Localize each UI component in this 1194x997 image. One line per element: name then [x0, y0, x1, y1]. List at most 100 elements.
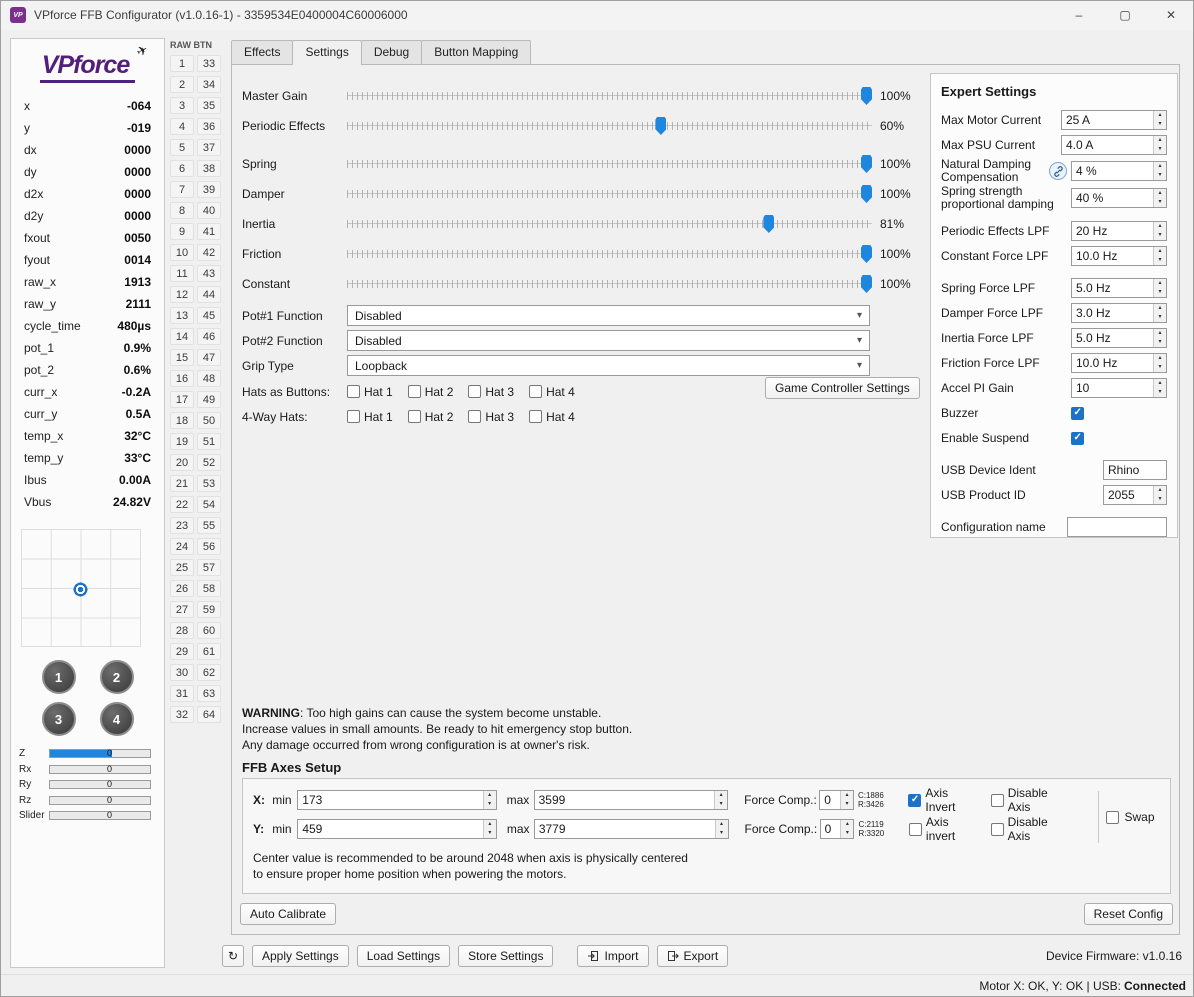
axis-invert-checkbox-x[interactable] [908, 793, 922, 807]
spin-up-icon[interactable]: ▴ [483, 791, 496, 800]
link-icon[interactable] [1049, 162, 1067, 180]
checkbox-hats-as-buttons-hat-3[interactable] [468, 385, 482, 398]
spinbox-arrows[interactable]: ▴ ▾ [1153, 354, 1166, 372]
spin-down-icon[interactable]: ▾ [1154, 313, 1166, 322]
spinbox-value[interactable]: 10.0 Hz [1072, 354, 1153, 372]
close-button[interactable]: ✕ [1148, 0, 1194, 30]
refresh-button[interactable]: ↻ [222, 945, 244, 967]
spin-max-motor-current[interactable]: 25 A ▴ ▾ [1061, 110, 1167, 130]
max-spinbox-y[interactable]: 3779 ▴ ▾ [533, 819, 729, 839]
spin-up-icon[interactable]: ▴ [1154, 162, 1166, 171]
spin-up-icon[interactable]: ▴ [1154, 279, 1166, 288]
spin-down-icon[interactable]: ▾ [1154, 256, 1166, 265]
slider-track-constant[interactable] [347, 274, 872, 294]
maximize-button[interactable]: ▢ [1102, 0, 1148, 30]
spinbox-arrows[interactable]: ▴ ▾ [482, 820, 496, 838]
spin-damper-force-lpf[interactable]: 3.0 Hz ▴ ▾ [1071, 303, 1167, 323]
input-usb-device-ident[interactable]: Rhino [1103, 460, 1167, 480]
export-button[interactable]: Export [656, 945, 729, 967]
min-spinbox-y[interactable]: 459 ▴ ▾ [297, 819, 497, 839]
spinbox-arrows[interactable]: ▴ ▾ [1153, 247, 1166, 265]
checkbox-4-way-hats-hat-4[interactable] [529, 410, 543, 423]
slider-handle[interactable] [655, 117, 667, 135]
spin-spring-force-lpf[interactable]: 5.0 Hz ▴ ▾ [1071, 278, 1167, 298]
spin-usb-product-id[interactable]: 2055 ▴ ▾ [1103, 485, 1167, 505]
spinbox-arrows[interactable]: ▴ ▾ [1153, 486, 1166, 504]
import-button[interactable]: Import [577, 945, 649, 967]
slider-handle[interactable] [861, 245, 872, 263]
spinbox-arrows[interactable]: ▴ ▾ [1153, 222, 1166, 240]
combo-pot-2-function[interactable]: Disabled ▾ [347, 330, 870, 351]
checkbox-buzzer[interactable] [1071, 406, 1084, 420]
spin-inertia-force-lpf[interactable]: 5.0 Hz ▴ ▾ [1071, 328, 1167, 348]
spin-down-icon[interactable]: ▾ [1154, 231, 1166, 240]
spinbox-arrows[interactable]: ▴ ▾ [482, 791, 496, 809]
spinbox-arrows[interactable]: ▴ ▾ [1153, 162, 1166, 180]
store-settings-button[interactable]: Store Settings [458, 945, 554, 967]
spin-up-icon[interactable]: ▴ [715, 791, 728, 800]
spinbox-value[interactable]: 5.0 Hz [1072, 329, 1153, 347]
spinbox-arrows[interactable]: ▴ ▾ [1153, 279, 1166, 297]
load-settings-button[interactable]: Load Settings [356, 945, 451, 967]
spin-periodic-effects-lpf[interactable]: 20 Hz ▴ ▾ [1071, 221, 1167, 241]
spin-up-icon[interactable]: ▴ [1154, 189, 1166, 198]
spin-up-icon[interactable]: ▴ [1154, 329, 1166, 338]
checkbox-4-way-hats-hat-3[interactable] [468, 410, 482, 423]
minimize-button[interactable]: – [1056, 0, 1102, 30]
slider-handle[interactable] [763, 215, 775, 233]
spinbox-arrows[interactable]: ▴ ▾ [1153, 189, 1166, 207]
spin-up-icon[interactable]: ▴ [1154, 222, 1166, 231]
spinbox-arrows[interactable]: ▴ ▾ [840, 820, 854, 838]
tab-debug[interactable]: Debug [360, 40, 423, 64]
spinbox-value[interactable]: 173 [298, 791, 482, 809]
axis-invert-checkbox-y[interactable] [908, 822, 922, 836]
slider-handle[interactable] [861, 185, 872, 203]
spin-down-icon[interactable]: ▾ [483, 829, 496, 838]
spin-friction-force-lpf[interactable]: 10.0 Hz ▴ ▾ [1071, 353, 1167, 373]
spin-down-icon[interactable]: ▾ [1154, 288, 1166, 297]
slider-handle[interactable] [861, 87, 872, 105]
spinbox-value[interactable]: 4.0 A [1062, 136, 1153, 154]
spin-spring-strength-proportional-damping[interactable]: 40 % ▴ ▾ [1071, 188, 1167, 208]
spinbox-value[interactable]: 3.0 Hz [1072, 304, 1153, 322]
slider-handle[interactable] [861, 275, 872, 293]
spin-up-icon[interactable]: ▴ [841, 820, 854, 829]
spinbox-value[interactable]: 40 % [1072, 189, 1153, 207]
slider-track-damper[interactable] [347, 184, 872, 204]
spin-up-icon[interactable]: ▴ [1154, 247, 1166, 256]
game-controller-settings-button[interactable]: Game Controller Settings [765, 377, 920, 399]
spin-down-icon[interactable]: ▾ [1154, 388, 1166, 397]
spin-up-icon[interactable]: ▴ [1154, 379, 1166, 388]
spinbox-value[interactable]: 10.0 Hz [1072, 247, 1153, 265]
max-spinbox-x[interactable]: 3599 ▴ ▾ [533, 790, 729, 810]
apply-settings-button[interactable]: Apply Settings [252, 945, 349, 967]
checkbox-hats-as-buttons-hat-4[interactable] [529, 385, 543, 398]
spin-down-icon[interactable]: ▾ [715, 800, 728, 809]
swap-checkbox[interactable] [1106, 810, 1120, 824]
spin-down-icon[interactable]: ▾ [1154, 338, 1166, 347]
checkbox-enable-suspend[interactable] [1071, 431, 1084, 445]
checkbox-hats-as-buttons-hat-2[interactable] [407, 385, 421, 398]
tab-settings[interactable]: Settings [292, 40, 362, 65]
spinbox-arrows[interactable]: ▴ ▾ [1153, 304, 1166, 322]
disable-axis-checkbox-x[interactable] [990, 793, 1004, 807]
spinbox-value[interactable]: 2055 [1104, 486, 1153, 504]
spin-up-icon[interactable]: ▴ [840, 791, 853, 800]
spin-down-icon[interactable]: ▾ [715, 829, 728, 838]
combo-grip-type[interactable]: Loopback ▾ [347, 355, 870, 376]
slider-track-master-gain[interactable] [347, 86, 872, 106]
spin-down-icon[interactable]: ▾ [1154, 120, 1166, 129]
input-configuration-name[interactable] [1067, 517, 1167, 537]
checkbox-4-way-hats-hat-2[interactable] [407, 410, 421, 423]
slider-track-periodic-effects[interactable] [347, 116, 872, 136]
spin-down-icon[interactable]: ▾ [841, 829, 854, 838]
spinbox-value[interactable]: 20 Hz [1072, 222, 1153, 240]
min-spinbox-x[interactable]: 173 ▴ ▾ [297, 790, 497, 810]
combo-pot-1-function[interactable]: Disabled ▾ [347, 305, 870, 326]
spinbox-arrows[interactable]: ▴ ▾ [714, 791, 728, 809]
reset-config-button[interactable]: Reset Config [1083, 903, 1173, 925]
slider-track-inertia[interactable] [347, 214, 872, 234]
spinbox-value[interactable]: 3779 [535, 820, 715, 838]
spin-down-icon[interactable]: ▾ [1154, 198, 1166, 207]
slider-track-spring[interactable] [347, 154, 872, 174]
